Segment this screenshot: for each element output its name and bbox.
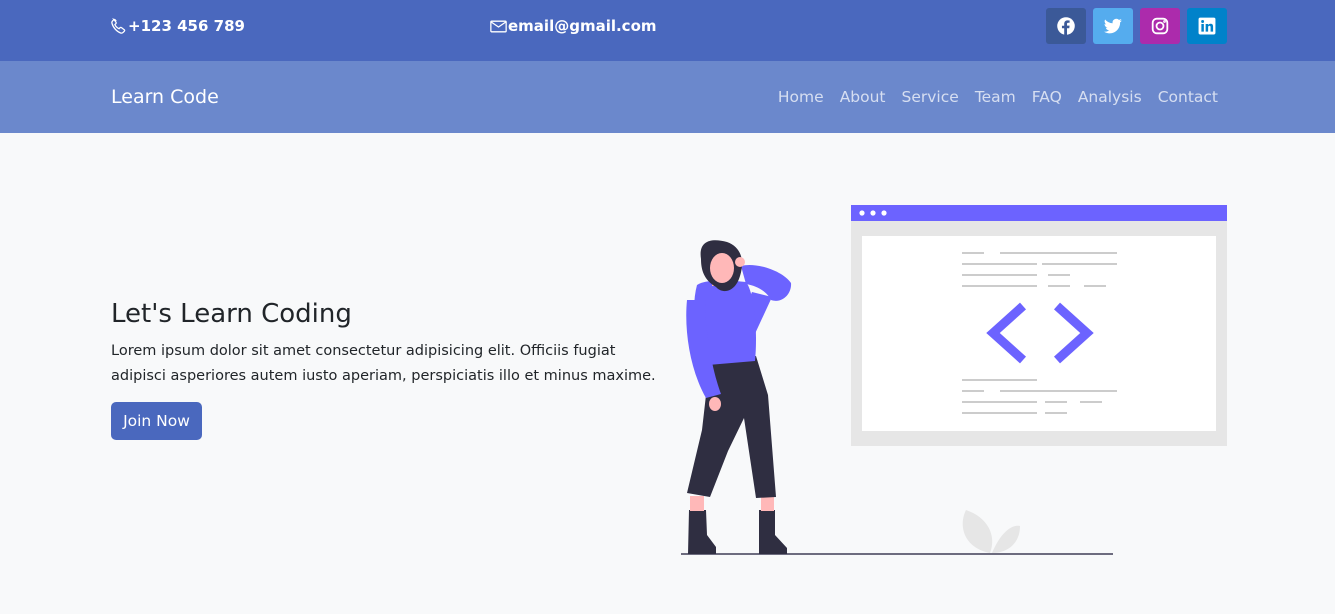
join-now-button[interactable]: Join Now xyxy=(111,402,202,440)
linkedin-icon xyxy=(1198,17,1216,35)
social-links xyxy=(1046,8,1227,44)
instagram-button[interactable] xyxy=(1140,8,1180,44)
phone-icon xyxy=(111,17,126,34)
nav-menu: Home About Service Team FAQ Analysis Con… xyxy=(778,87,1218,107)
hero-title: Let's Learn Coding xyxy=(111,299,352,329)
nav-link-service[interactable]: Service xyxy=(902,87,959,107)
brand-logo[interactable]: Learn Code xyxy=(111,85,219,109)
nav-link-analysis[interactable]: Analysis xyxy=(1078,87,1142,107)
envelope-icon xyxy=(490,20,507,32)
nav-link-team[interactable]: Team xyxy=(975,87,1016,107)
email-address: email@gmail.com xyxy=(508,17,657,35)
facebook-button[interactable] xyxy=(1046,8,1086,44)
nav-link-home[interactable]: Home xyxy=(778,87,824,107)
nav-link-faq[interactable]: FAQ xyxy=(1032,87,1062,107)
nav-link-contact[interactable]: Contact xyxy=(1158,87,1218,107)
navbar: Learn Code Home About Service Team FAQ A… xyxy=(0,61,1335,133)
twitter-icon xyxy=(1104,18,1122,34)
plant-graphic xyxy=(962,510,1020,553)
facebook-icon xyxy=(1057,17,1075,35)
code-window-graphic xyxy=(851,205,1227,446)
instagram-icon xyxy=(1151,17,1169,35)
linkedin-button[interactable] xyxy=(1187,8,1227,44)
topbar: +123 456 789 email@gmail.com xyxy=(0,0,1335,61)
phone-number: +123 456 789 xyxy=(128,17,245,35)
email-contact: email@gmail.com xyxy=(490,15,657,37)
nav-link-about[interactable]: About xyxy=(840,87,886,107)
twitter-button[interactable] xyxy=(1093,8,1133,44)
woman-figure-graphic xyxy=(686,240,792,554)
hero-description: Lorem ipsum dolor sit amet consectetur a… xyxy=(111,343,656,384)
phone-contact: +123 456 789 xyxy=(110,15,245,37)
